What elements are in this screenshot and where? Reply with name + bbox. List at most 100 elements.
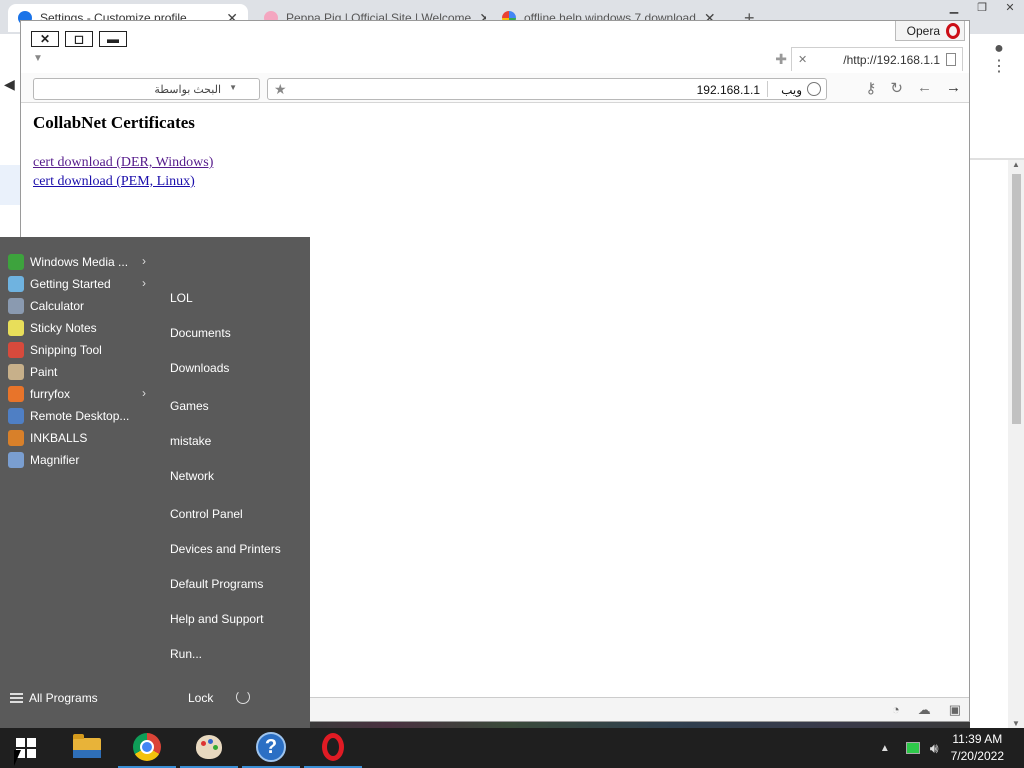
close-icon[interactable]: ✕ (996, 0, 1024, 16)
start-program-item[interactable]: Snipping Tool (0, 339, 150, 361)
start-place-item[interactable]: Documents (170, 326, 231, 340)
address-bar[interactable]: ★ 192.168.1.1 ويب (267, 78, 827, 100)
cloud-icon[interactable]: ☁ (918, 702, 931, 718)
close-icon[interactable]: ✕ (798, 53, 807, 66)
scroll-up-icon[interactable]: ▲ (1008, 160, 1024, 169)
taskbar-opera[interactable] (304, 728, 362, 768)
program-icon (8, 452, 24, 468)
new-tab-plus-icon[interactable]: ✚ (775, 51, 787, 68)
start-program-item[interactable]: furryfox › (0, 383, 150, 405)
panel-toggle-icon[interactable]: ▣ (949, 702, 961, 718)
start-program-label: Snipping Tool (30, 343, 102, 357)
close-icon[interactable]: ✕ (31, 31, 59, 47)
start-program-label: furryfox (30, 387, 71, 401)
opera-window-buttons: ✕ ◻ ▬ (31, 31, 127, 47)
page-icon (946, 53, 956, 66)
opera-menu-button[interactable]: Opera (895, 21, 965, 41)
search-engine-field[interactable]: ▼ البحث بواسطة (33, 78, 260, 100)
start-program-item[interactable]: Remote Desktop... (0, 405, 150, 427)
start-place-item[interactable]: Help and Support (170, 612, 263, 626)
start-program-item[interactable]: Paint (0, 361, 150, 383)
lock-button[interactable]: Lock (188, 691, 213, 705)
chrome-page-header (970, 100, 1024, 160)
key-icon[interactable]: ⚷ (865, 79, 876, 97)
taskbar-help[interactable]: ? (242, 728, 300, 768)
program-icon (8, 364, 24, 380)
start-place-item[interactable]: mistake (170, 434, 211, 448)
chrome-caption-buttons: ▁ ❐ ✕ (940, 0, 1024, 16)
taskbar: ? ▲ 🔊︎ 11:39 AM 7/20/2022 (0, 722, 1024, 768)
page-title: CollabNet Certificates (33, 113, 195, 132)
search-engine-label: البحث بواسطة (154, 83, 221, 96)
forward-arrow-icon[interactable]: → (946, 79, 961, 97)
start-place-item[interactable]: LOL (170, 291, 193, 305)
scroll-thumb[interactable] (1012, 174, 1021, 424)
show-hidden-icons-icon[interactable]: ▲ (880, 743, 890, 754)
start-program-item[interactable]: Sticky Notes (0, 317, 150, 339)
start-program-item[interactable]: Magnifier (0, 449, 150, 471)
program-icon (8, 320, 24, 336)
maximize-icon[interactable]: ◻ (65, 31, 93, 47)
dropdown-icon[interactable]: ▼ (229, 83, 237, 92)
back-arrow-icon[interactable]: ← (917, 79, 932, 97)
chrome-scrollbar[interactable]: ▲ ▼ (1008, 160, 1024, 728)
start-place-item[interactable]: Network (170, 469, 214, 483)
opera-tab-active[interactable]: ✕ /http://192.168.1.1 (791, 47, 963, 71)
address-divider (767, 81, 768, 97)
globe-icon[interactable] (807, 82, 821, 96)
start-program-label: INKBALLS (30, 431, 88, 445)
cert-download-der-link[interactable]: cert download (DER, Windows) (33, 153, 213, 172)
start-program-item[interactable]: INKBALLS (0, 427, 150, 449)
chrome-icon (133, 733, 161, 761)
start-program-label: Magnifier (30, 453, 80, 467)
folder-icon (73, 734, 101, 758)
taskbar-chrome[interactable] (118, 728, 176, 768)
mouse-cursor-icon (14, 750, 28, 766)
start-menu: Windows Media ... › Getting Started › Calcul… (0, 237, 310, 728)
bookmark-star-icon[interactable]: ★ (274, 81, 287, 98)
clock[interactable]: 11:39 AM 7/20/2022 (951, 731, 1004, 765)
clock-date: 7/20/2022 (950, 749, 1004, 763)
cert-download-pem-link[interactable]: cert download (PEM, Linux) (33, 172, 213, 191)
start-place-item[interactable]: Devices and Printers (170, 542, 281, 556)
start-program-label: Getting Started (30, 277, 111, 291)
start-program-item[interactable]: Getting Started › (0, 273, 150, 295)
page-content: CollabNet Certificates cert download (DE… (33, 113, 213, 191)
restore-icon[interactable]: ❐ (968, 0, 996, 16)
tab-list-chevron-icon[interactable]: ▼ (33, 53, 43, 64)
reload-icon[interactable]: ↻ (890, 79, 903, 97)
opera-brand-label: Opera (906, 23, 940, 38)
start-program-label: Windows Media ... (30, 255, 129, 269)
start-program-item[interactable]: Windows Media ... › (0, 251, 150, 273)
back-arrow-icon[interactable]: ◀ (4, 76, 15, 93)
start-place-item[interactable]: Default Programs (170, 577, 263, 591)
start-place-item[interactable]: Downloads (170, 361, 229, 375)
chevron-right-icon: › (142, 386, 146, 400)
window-preview-strip (310, 722, 970, 728)
opera-tab-title: /http://192.168.1.1 (843, 52, 940, 67)
opera-logo-icon (946, 22, 960, 39)
start-place-item[interactable]: Control Panel (170, 507, 243, 521)
opera-icon (322, 733, 344, 761)
start-place-item[interactable]: Run... (170, 647, 202, 661)
list-icon (10, 693, 23, 703)
start-program-item[interactable]: Calculator (0, 295, 150, 317)
speed-dial-icon[interactable]: ◔ (892, 702, 900, 718)
power-icon[interactable] (236, 690, 250, 704)
minimize-icon[interactable]: ▁ (940, 0, 968, 16)
program-icon (8, 342, 24, 358)
chrome-menu-icon[interactable]: ⋮ (984, 56, 1014, 76)
volume-icon[interactable]: 🔊︎ (930, 740, 939, 757)
battery-icon[interactable] (905, 742, 920, 754)
scroll-down-icon[interactable]: ▼ (1008, 719, 1024, 728)
chrome-sidebar-fragment (0, 165, 20, 205)
chrome-profile-area: ● ⋮ (984, 40, 1014, 76)
all-programs-button[interactable]: All Programs (10, 691, 98, 705)
program-icon (8, 254, 24, 270)
minimize-icon[interactable]: ▬ (99, 31, 127, 47)
taskbar-paint[interactable] (180, 728, 238, 768)
start-place-item[interactable]: Games (170, 399, 209, 413)
address-url[interactable]: 192.168.1.1 (697, 83, 760, 97)
taskbar-explorer[interactable] (58, 728, 116, 768)
help-icon: ? (256, 732, 286, 762)
